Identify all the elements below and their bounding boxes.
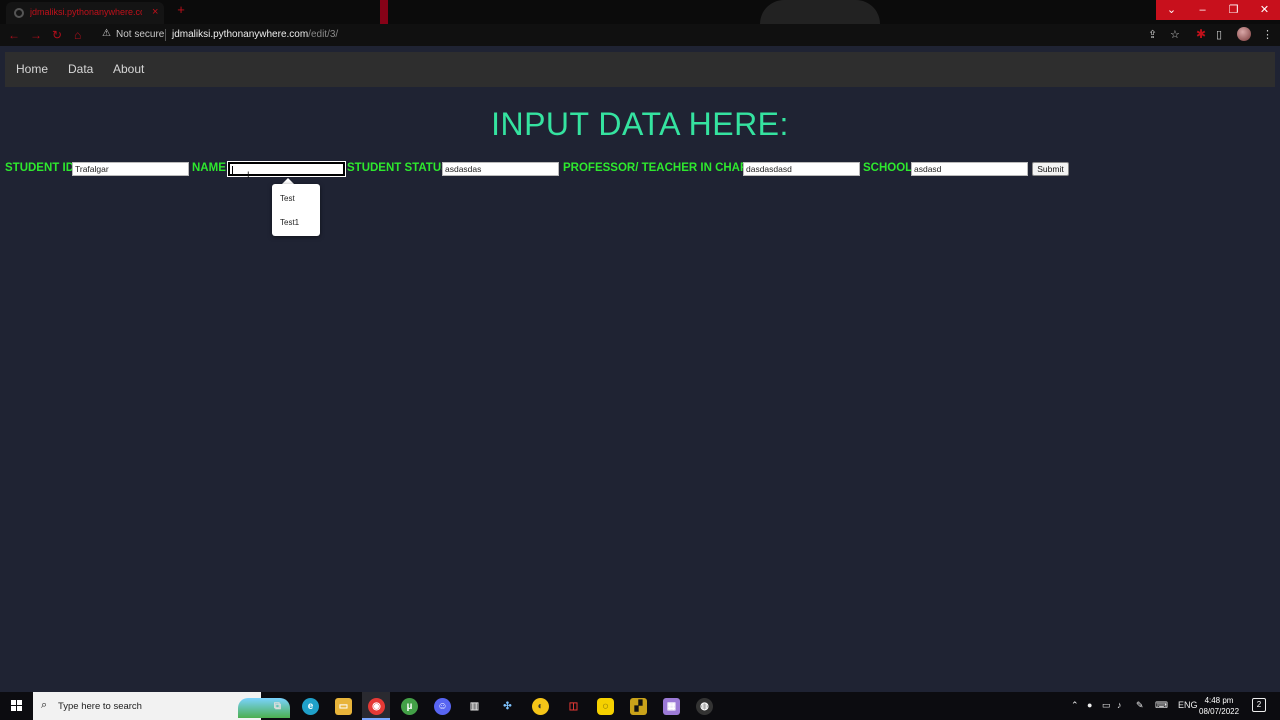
professor-label: PROFESSOR/ TEACHER IN CHARGE:	[563, 162, 769, 174]
home-icon[interactable]: ⌂	[74, 28, 81, 42]
windows-taskbar: ⌕ Type here to search ⧉ e ▭ ◉ µ ☺ ▥ ✣ ◐ …	[0, 692, 1280, 720]
student-status-input[interactable]: asdasdas	[442, 162, 559, 176]
share-icon[interactable]: ⇪	[1148, 28, 1157, 41]
file-explorer-icon[interactable]: ▭	[335, 698, 352, 715]
chat-app-icon[interactable]: ◌	[597, 698, 614, 715]
name-label: NAME:	[192, 162, 230, 174]
app-icon[interactable]: ▥	[466, 698, 483, 715]
nav-home-link[interactable]: Home	[16, 62, 48, 76]
background-streak	[380, 0, 388, 24]
site-navbar: Home Data About	[5, 52, 1275, 87]
student-status-label: STUDENT STATUS:	[347, 162, 453, 174]
search-placeholder: Type here to search	[58, 701, 142, 712]
reload-icon[interactable]: ↻	[52, 28, 62, 42]
bookmark-star-icon[interactable]: ☆	[1170, 28, 1180, 41]
divider	[165, 29, 166, 41]
warning-icon[interactable]: ⚠	[102, 28, 111, 39]
autocomplete-dropdown: Test Test1	[272, 184, 320, 236]
more-menu-icon[interactable]: ⋮	[1262, 28, 1273, 41]
browser-tab[interactable]: jdmaliksi.pythonanywhere.com/ ×	[6, 2, 164, 24]
search-icon: ⌕	[41, 699, 48, 711]
extensions-puzzle-icon[interactable]: ✱	[1196, 27, 1206, 41]
window-controls: ⌄ – ❐ ✕	[1156, 0, 1280, 20]
obs-icon[interactable]: ◍	[696, 698, 713, 715]
name-input[interactable]	[227, 161, 346, 177]
keyboard-icon[interactable]: ⌨	[1155, 700, 1168, 711]
avatar[interactable]	[1237, 27, 1251, 41]
address-bar: ← → ↻ ⌂ ⚠ Not secure jdmaliksi.pythonany…	[0, 24, 1280, 46]
autocomplete-option[interactable]: Test	[280, 194, 295, 203]
pinwheel-icon[interactable]: ✣	[499, 698, 516, 715]
student-id-label: STUDENT ID:	[5, 162, 78, 174]
tab-search-icon[interactable]: ⌄	[1156, 0, 1187, 20]
forward-arrow-icon[interactable]: →	[30, 28, 42, 42]
restore-button[interactable]: ❐	[1218, 0, 1249, 20]
microphone-icon[interactable]: ●	[1087, 700, 1092, 710]
chrome-icon[interactable]: ◉	[368, 698, 385, 715]
utorrent-icon[interactable]: µ	[401, 698, 418, 715]
background-glow	[760, 0, 880, 24]
minimize-button[interactable]: –	[1187, 0, 1218, 20]
professor-input[interactable]: dasdasdasd	[743, 162, 860, 176]
clock[interactable]: 4:48 pm 08/07/2022	[1199, 695, 1239, 717]
puzzle-game-icon[interactable]: ▞	[630, 698, 647, 715]
school-label: SCHOOL:	[863, 162, 917, 174]
browser-tab-bar: jdmaliksi.pythonanywhere.com/ × + ⌄ – ❐ …	[0, 0, 1280, 24]
tab-close-icon[interactable]: ×	[152, 6, 158, 18]
volume-icon[interactable]: ♪	[1117, 700, 1122, 710]
image-app-icon[interactable]: ▦	[663, 698, 680, 715]
clock-time: 4:48 pm	[1204, 696, 1234, 705]
nav-data-link[interactable]: Data	[68, 62, 93, 76]
school-input[interactable]: asdasd	[911, 162, 1028, 176]
tab-title: jdmaliksi.pythonanywhere.com/	[30, 7, 142, 17]
discord-icon[interactable]: ☺	[434, 698, 451, 715]
back-arrow-icon[interactable]: ←	[8, 28, 20, 42]
display-icon[interactable]: ▭	[1102, 700, 1111, 711]
language-indicator[interactable]: ENG	[1178, 700, 1198, 710]
security-label[interactable]: Not secure	[116, 29, 164, 40]
page-title: INPUT DATA HERE:	[491, 106, 789, 142]
switch-icon[interactable]: ◫	[565, 698, 582, 715]
text-caret	[232, 166, 233, 176]
text-cursor-icon: I	[247, 170, 250, 180]
show-hidden-icons-icon[interactable]: ⌃	[1071, 700, 1079, 711]
pen-icon[interactable]: ✎	[1136, 700, 1144, 711]
url-field[interactable]: jdmaliksi.pythonanywhere.com/edit/3/	[172, 29, 338, 40]
edge-icon[interactable]: e	[302, 698, 319, 715]
student-id-input[interactable]: Trafalgar	[72, 162, 189, 176]
task-view-icon[interactable]: ⧉	[269, 698, 286, 715]
autocomplete-option[interactable]: Test1	[280, 218, 299, 227]
nav-about-link[interactable]: About	[113, 62, 144, 76]
sidebar-icon[interactable]: ▯	[1216, 28, 1222, 41]
taskbar-search-box[interactable]: ⌕ Type here to search	[33, 692, 290, 720]
url-host: jdmaliksi.pythonanywhere.com	[172, 29, 309, 40]
url-path: /edit/3/	[308, 29, 339, 40]
notification-icon[interactable]: 2	[1252, 698, 1266, 712]
submit-button[interactable]: Submit	[1032, 162, 1069, 176]
new-tab-button[interactable]: +	[174, 3, 188, 17]
clock-date: 08/07/2022	[1199, 707, 1240, 716]
lemon-icon[interactable]: ◐	[532, 698, 549, 715]
start-button[interactable]	[0, 692, 32, 720]
windows-logo-icon	[11, 700, 22, 711]
close-window-button[interactable]: ✕	[1249, 0, 1280, 20]
globe-icon	[14, 8, 24, 18]
